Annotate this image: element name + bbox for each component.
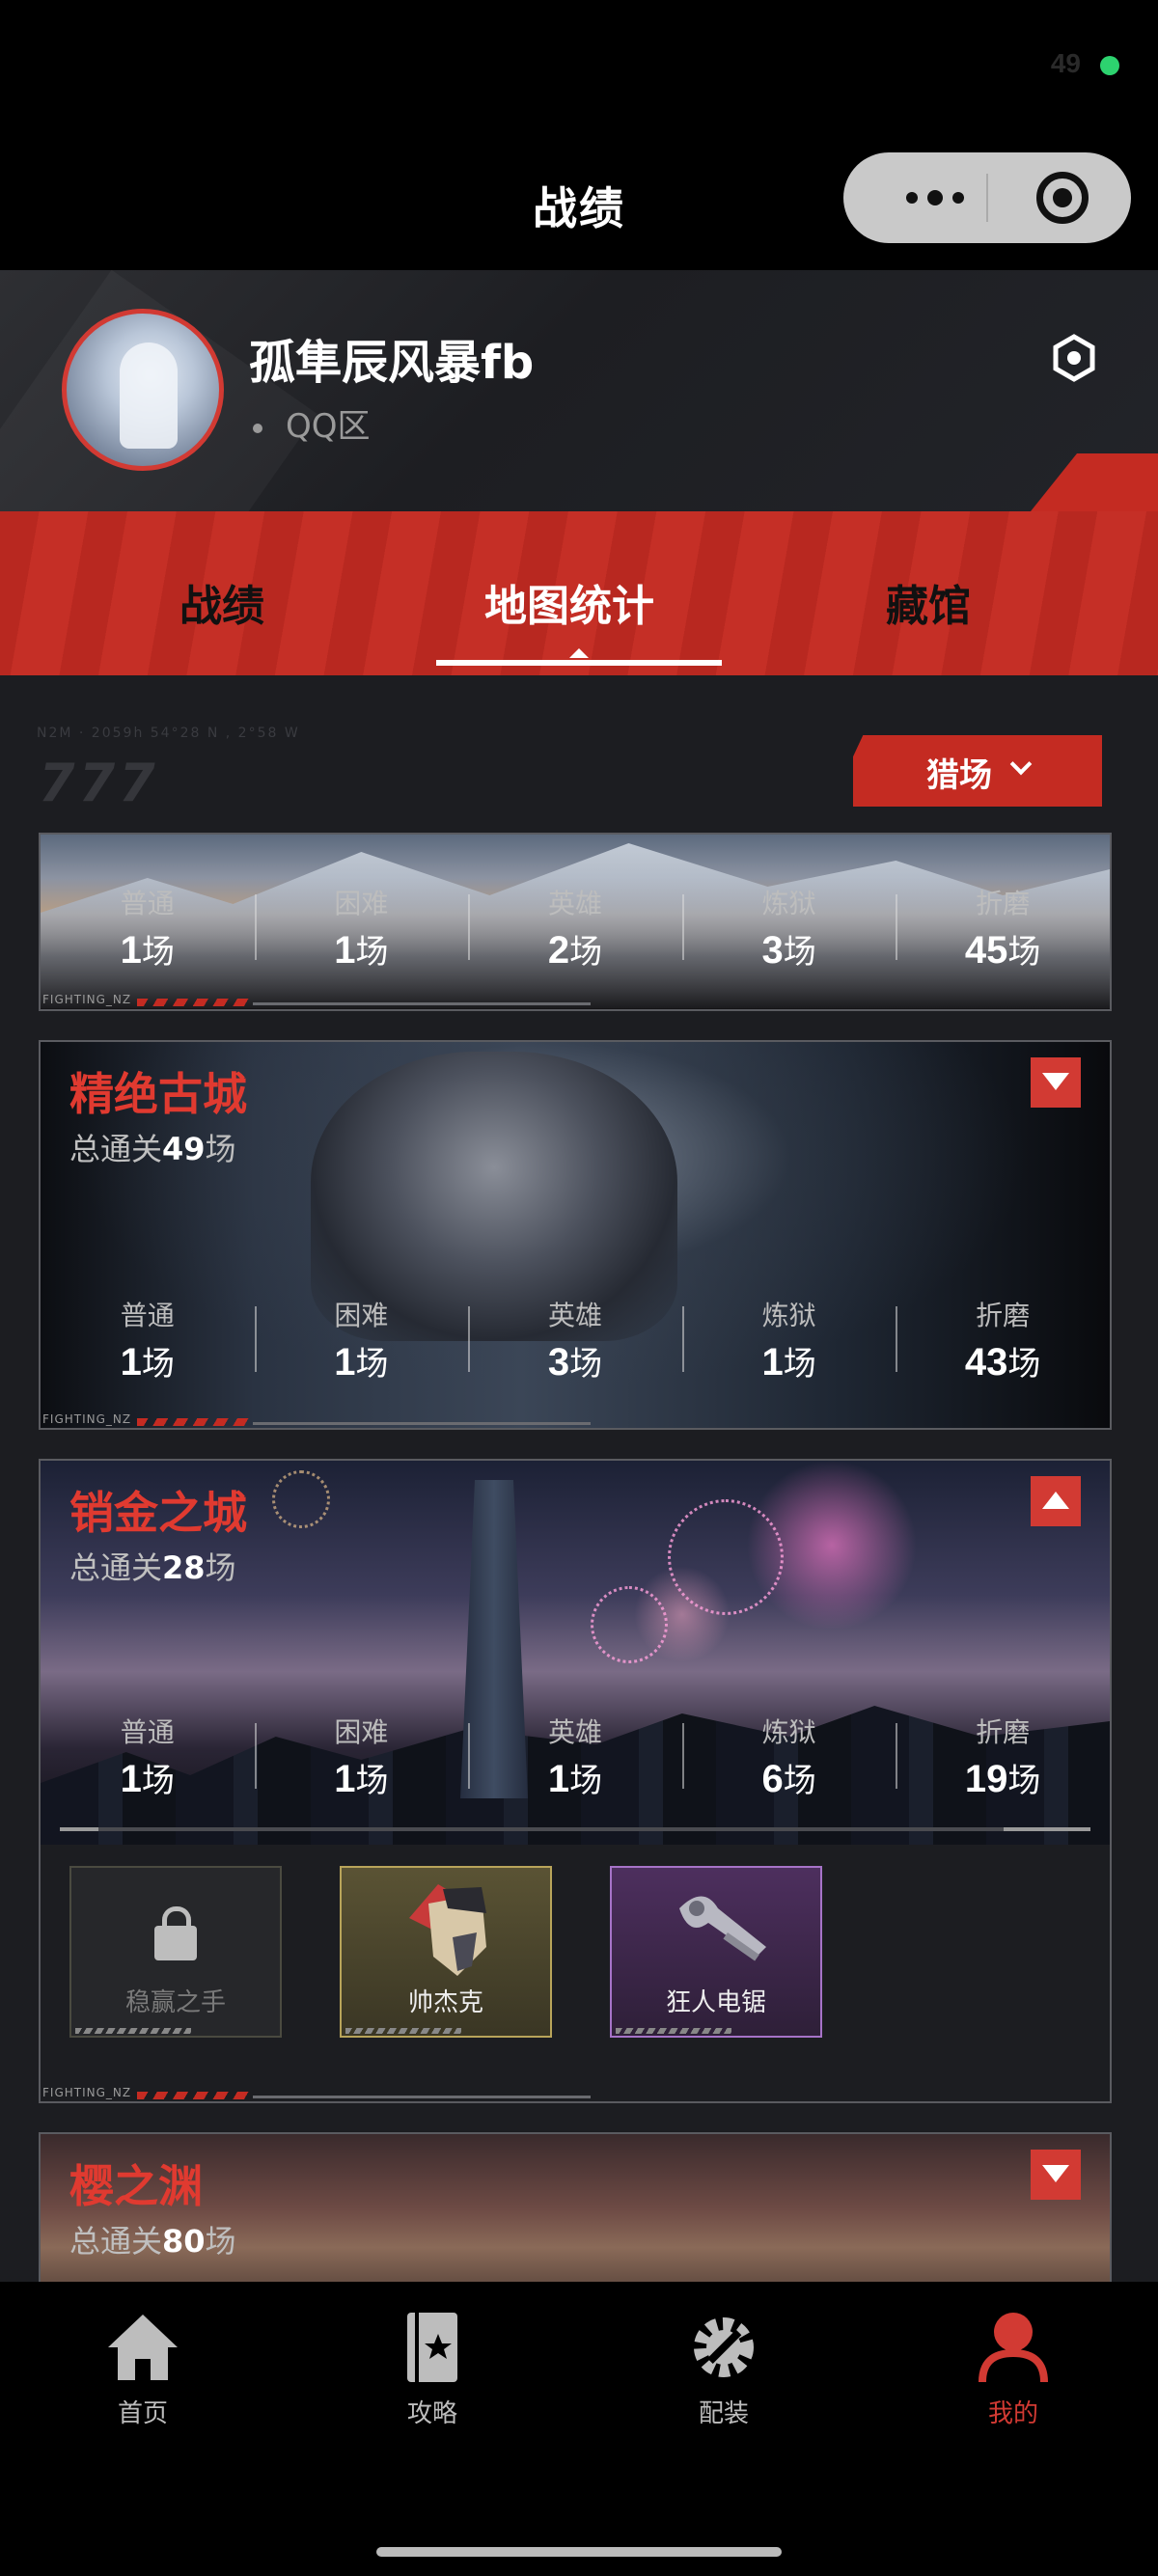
caret-up-icon: [569, 648, 589, 658]
card-footer-decoration: FIGHTING_NZ: [41, 1412, 1110, 1428]
miniprogram-capsule: [843, 152, 1131, 243]
map-total-clears: 总通关28场: [69, 1549, 236, 1586]
stat-normal: 普通 1场: [120, 888, 175, 972]
chevron-down-icon: [1009, 753, 1033, 776]
map-name: 精绝古城: [69, 1068, 247, 1120]
nav-loadout[interactable]: 配装: [647, 2311, 801, 2429]
expand-toggle-icon[interactable]: [1031, 1057, 1081, 1108]
decorative-numerals: 777: [39, 753, 159, 813]
stat-torment: 折磨 19场: [896, 1712, 1110, 1800]
stat-hero: 英雄 3场: [468, 1295, 682, 1384]
map-card[interactable]: 樱之渊 总通关80场: [39, 2132, 1112, 2282]
nav-me[interactable]: 我的: [936, 2311, 1090, 2429]
lock-icon: [154, 1906, 197, 1960]
nav-guide[interactable]: 攻略: [355, 2311, 510, 2429]
stat-purgatory: 炼狱 1场: [681, 1295, 896, 1384]
zone-label: QQ区: [286, 407, 371, 446]
decorative-coordinates: N2M · 2059h 54°28 N , 2°58 W: [37, 726, 300, 741]
home-indicator[interactable]: [376, 2547, 782, 2557]
stat-purgatory: 炼狱 3场: [681, 883, 896, 972]
character-portrait-icon: [409, 1884, 486, 1976]
stat-hero: 英雄 2场: [468, 883, 682, 972]
mode-filter-value: 猎场: [926, 756, 992, 795]
bottom-nav: 首页 攻略 配装 我的: [0, 2282, 1158, 2576]
battery-level: 49: [1050, 48, 1081, 78]
home-icon: [108, 2315, 178, 2380]
map-name: 樱之渊: [69, 2160, 203, 2212]
expand-toggle-icon[interactable]: [1031, 2150, 1081, 2200]
stat-torment: 折磨 45场: [896, 883, 1110, 972]
difficulty-stats: 普通 1场 困难 1场 英雄 3场 炼狱 1场 折磨 43场: [41, 1295, 1110, 1384]
tab-bar: 战绩 地图统计 藏馆: [0, 511, 1158, 675]
stat-hard: 困难 1场: [254, 1295, 469, 1384]
capsule-divider: [986, 174, 988, 222]
scroll-indicator: [60, 1827, 1090, 1831]
close-miniprogram-icon[interactable]: [1036, 172, 1089, 224]
nav-home[interactable]: 首页: [66, 2311, 220, 2429]
difficulty-stats: 普通 1场 困难 1场 英雄 1场 炼狱 6场 折磨 19场: [41, 1712, 1110, 1800]
stat-purgatory: 炼狱 6场: [681, 1712, 896, 1800]
map-total-clears: 总通关80场: [69, 2223, 236, 2260]
nav-bar: 战绩: [0, 135, 1158, 270]
map-stats-panel[interactable]: N2M · 2059h 54°28 N , 2°58 W 777 猎场 普通 1场…: [0, 675, 1158, 2282]
stat-hard: 困难 1场: [254, 1712, 469, 1800]
card-footer-decoration: FIGHTING_NZ: [41, 2086, 1110, 2101]
tab-record[interactable]: 战绩: [179, 571, 264, 633]
collectible-item[interactable]: 帅杰克: [340, 1866, 552, 2038]
collectible-item[interactable]: 狂人电锯: [610, 1866, 822, 2038]
collectible-item[interactable]: 稳赢之手: [69, 1866, 282, 2038]
chainsaw-icon: [679, 1896, 766, 1961]
map-card[interactable]: 精绝古城 总通关49场 普通 1场 困难 1场 英雄 3场 炼狱 1场 折磨 43场 FI…: [39, 1040, 1112, 1430]
mic-indicator-icon: [1100, 56, 1119, 75]
user-icon: [979, 2313, 1048, 2383]
avatar[interactable]: [62, 309, 224, 471]
difficulty-stats: 普通 1场 困难 1场 英雄 2场 炼狱 3场 折磨 45场: [41, 883, 1110, 972]
tab-collection[interactable]: 藏馆: [886, 571, 971, 633]
collapse-toggle-icon[interactable]: [1031, 1476, 1081, 1526]
mode-filter-dropdown[interactable]: 猎场: [853, 735, 1102, 807]
collectible-list: 稳赢之手 帅杰克 狂人电锯: [69, 1866, 822, 2038]
stat-torment: 折磨 43场: [896, 1295, 1110, 1384]
map-card[interactable]: 销金之城 总通关28场 普通 1场 困难 1场 英雄 1场 炼狱 6场 折磨 19场 稳赢…: [39, 1459, 1112, 2103]
stat-hero: 英雄 1场: [468, 1712, 682, 1800]
more-options-icon[interactable]: [882, 152, 988, 243]
map-card[interactable]: 普通 1场 困难 1场 英雄 2场 炼狱 3场 折磨 45场 FIGHTING_NZ: [39, 833, 1112, 1011]
bullet-icon: [253, 423, 262, 433]
guide-book-icon: [407, 2313, 457, 2382]
server-zone: QQ区: [253, 399, 371, 447]
card-footer-decoration: FIGHTING_NZ: [41, 993, 1110, 1009]
settings-hexagon-icon[interactable]: [1050, 334, 1098, 382]
map-name: 销金之城: [69, 1487, 247, 1539]
stat-hard: 困难 1场: [254, 883, 469, 972]
tab-map-stats[interactable]: 地图统计: [484, 571, 654, 633]
map-total-clears: 总通关49场: [69, 1131, 236, 1167]
username: 孤隼辰风暴fb: [249, 336, 535, 390]
stat-normal: 普通 1场: [120, 1300, 175, 1384]
gear-icon: [694, 2317, 754, 2377]
active-tab-indicator: [436, 660, 722, 666]
status-bar: 49: [0, 0, 1158, 135]
stat-normal: 普通 1场: [120, 1716, 175, 1800]
